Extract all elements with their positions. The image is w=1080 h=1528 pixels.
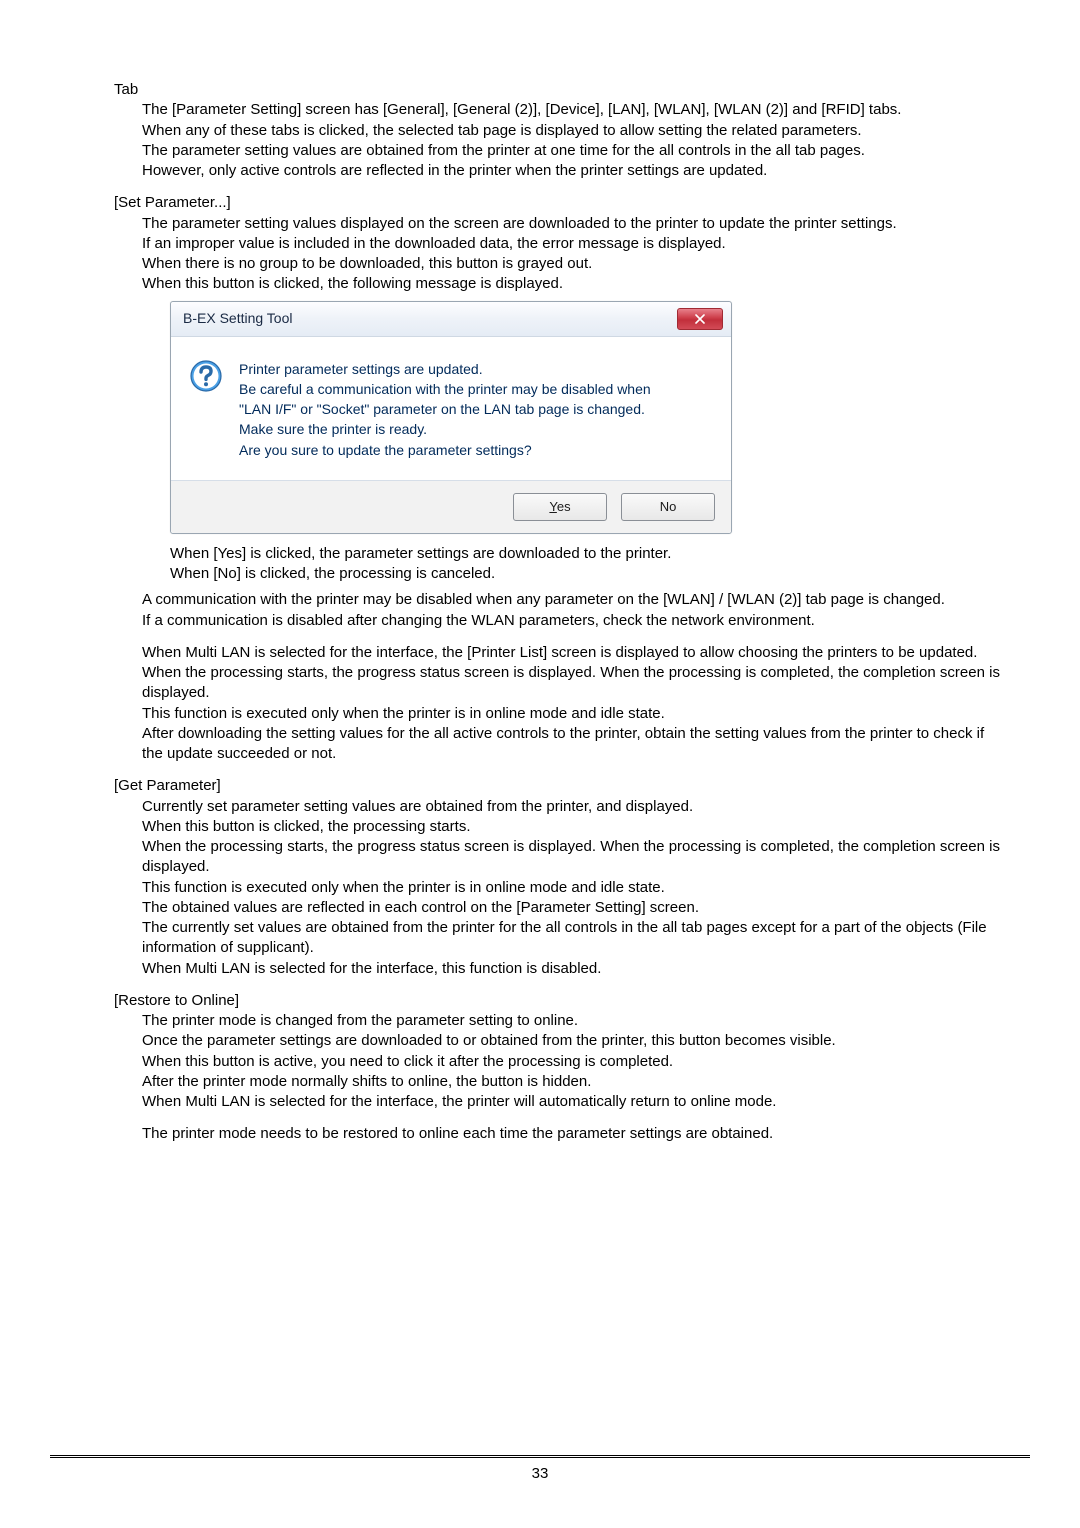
setparam-p5: A communication with the printer may be …	[142, 590, 1000, 610]
close-button[interactable]	[677, 308, 723, 330]
heading-restore-online: [Restore to Online]	[114, 991, 1000, 1011]
footer-rule	[50, 1455, 1030, 1458]
getparam-p3: When the processing starts, the progress…	[142, 837, 1000, 878]
dialog-m1: Printer parameter settings are updated.	[239, 359, 651, 379]
afterdlg-p1: When [Yes] is clicked, the parameter set…	[170, 544, 1000, 564]
setparam-p1: The parameter setting values displayed o…	[142, 214, 1000, 234]
getparam-p7: When Multi LAN is selected for the inter…	[142, 959, 1000, 979]
getparam-p5: The obtained values are reflected in eac…	[142, 898, 1000, 918]
getparam-p6: The currently set values are obtained fr…	[142, 918, 1000, 959]
setparam-p7: When Multi LAN is selected for the inter…	[142, 643, 1000, 663]
getparam-p4: This function is executed only when the …	[142, 878, 1000, 898]
heading-set-parameter: [Set Parameter...]	[114, 193, 1000, 213]
getparam-p2: When this button is clicked, the process…	[142, 817, 1000, 837]
question-icon	[189, 359, 223, 393]
setparam-p3: When there is no group to be downloaded,…	[142, 254, 1000, 274]
setparam-p4: When this button is clicked, the followi…	[142, 274, 1000, 294]
setparam-p9: This function is executed only when the …	[142, 704, 1000, 724]
restore-p1: The printer mode is changed from the par…	[142, 1011, 1000, 1031]
restore-p5: When Multi LAN is selected for the inter…	[142, 1092, 1000, 1112]
dialog-title: B-EX Setting Tool	[183, 309, 292, 328]
no-label: No	[660, 498, 677, 516]
tab-p1: The [Parameter Setting] screen has [Gene…	[142, 100, 1000, 120]
setparam-p8: When the processing starts, the progress…	[142, 663, 1000, 704]
dialog-m5: Are you sure to update the parameter set…	[239, 440, 651, 460]
confirm-dialog: B-EX Setting Tool	[170, 301, 732, 534]
heading-tab: Tab	[114, 80, 1000, 100]
page-number: 33	[50, 1464, 1030, 1484]
heading-get-parameter: [Get Parameter]	[114, 776, 1000, 796]
dialog-titlebar: B-EX Setting Tool	[171, 302, 731, 337]
setparam-p2: If an improper value is included in the …	[142, 234, 1000, 254]
yes-button[interactable]: Yes	[513, 493, 607, 521]
setparam-p10: After downloading the setting values for…	[142, 724, 1000, 765]
restore-p6: The printer mode needs to be restored to…	[142, 1124, 1000, 1144]
getparam-p1: Currently set parameter setting values a…	[142, 797, 1000, 817]
yes-mnemonic: Y	[549, 499, 556, 514]
afterdlg-p2: When [No] is clicked, the processing is …	[170, 564, 1000, 584]
dialog-m3: "LAN I/F" or "Socket" parameter on the L…	[239, 399, 651, 419]
tab-p4: However, only active controls are reflec…	[142, 161, 1000, 181]
restore-p3: When this button is active, you need to …	[142, 1052, 1000, 1072]
yes-rest: es	[557, 499, 571, 514]
tab-p2: When any of these tabs is clicked, the s…	[142, 121, 1000, 141]
dialog-m4: Make sure the printer is ready.	[239, 419, 651, 439]
dialog-message: Printer parameter settings are updated. …	[239, 359, 651, 460]
dialog-m2: Be careful a communication with the prin…	[239, 379, 651, 399]
no-button[interactable]: No	[621, 493, 715, 521]
setparam-p6: If a communication is disabled after cha…	[142, 611, 1000, 631]
restore-p4: After the printer mode normally shifts t…	[142, 1072, 1000, 1092]
tab-p3: The parameter setting values are obtaine…	[142, 141, 1000, 161]
restore-p2: Once the parameter settings are download…	[142, 1031, 1000, 1051]
